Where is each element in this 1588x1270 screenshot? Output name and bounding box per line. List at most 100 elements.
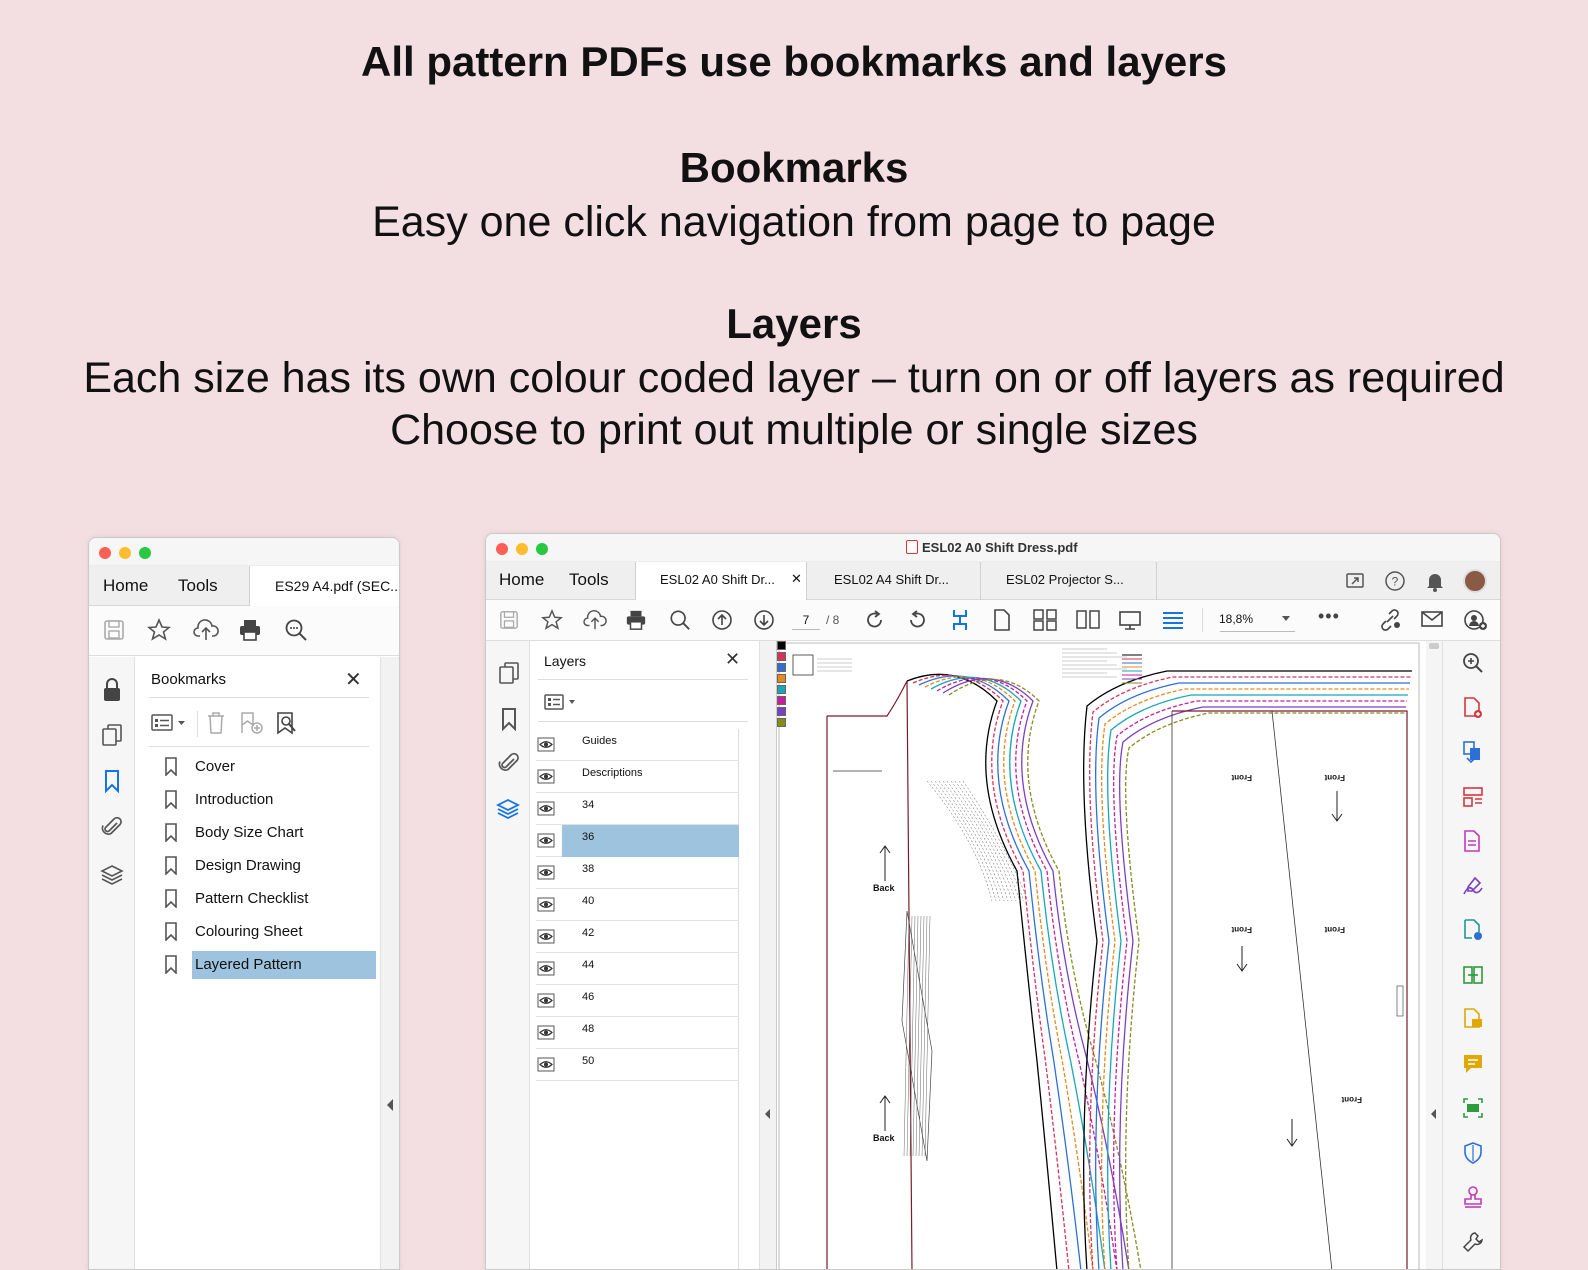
document-view[interactable]: Back Back Front Front Front Front Front	[776, 641, 1426, 1269]
close-window-button[interactable]	[496, 543, 508, 555]
zoom-level-select[interactable]: 18,8%	[1219, 612, 1253, 626]
panel-collapse-strip[interactable]	[380, 657, 399, 1269]
export-pdf-icon[interactable]	[1461, 829, 1485, 853]
close-window-button[interactable]	[99, 547, 111, 559]
collapse-arrow-icon[interactable]	[387, 1099, 393, 1111]
collapse-arrow-icon[interactable]	[765, 1109, 770, 1119]
eye-icon[interactable]	[536, 825, 556, 857]
chevron-down-icon[interactable]	[1282, 616, 1290, 621]
find-bookmark-icon[interactable]	[275, 711, 299, 735]
eye-icon[interactable]	[536, 889, 556, 921]
layer-row[interactable]: 42	[536, 921, 739, 953]
zoom-window-button[interactable]	[536, 543, 548, 555]
fill-sign-icon[interactable]	[1461, 874, 1485, 898]
zoom-in-icon[interactable]	[1461, 651, 1485, 675]
layer-row[interactable]: 38	[536, 857, 739, 889]
next-page-icon[interactable]	[753, 609, 775, 631]
lock-icon[interactable]	[101, 677, 123, 703]
notifications-bell-icon[interactable]	[1424, 570, 1446, 592]
bookmark-panel-icon[interactable]	[499, 707, 519, 731]
layer-row[interactable]: 50	[536, 1049, 739, 1081]
layer-row[interactable]: 44	[536, 953, 739, 985]
layer-row[interactable]: 46	[536, 985, 739, 1017]
eye-icon[interactable]	[536, 729, 556, 761]
tab-tools[interactable]: Tools	[569, 570, 609, 590]
help-icon[interactable]: ?	[1384, 570, 1406, 592]
save-icon[interactable]	[103, 619, 125, 641]
add-user-icon[interactable]	[1464, 609, 1488, 631]
pages-icon[interactable]	[101, 723, 123, 747]
page-number-input[interactable]: 7	[792, 610, 820, 630]
pages-icon[interactable]	[498, 661, 520, 685]
tab-document-a0[interactable]: ESL02 A0 Shift Dr...	[660, 572, 775, 587]
cloud-upload-icon[interactable]	[583, 609, 607, 631]
stamp-icon[interactable]	[1461, 1185, 1485, 1209]
two-page-view-icon[interactable]	[1075, 608, 1101, 632]
comment-icon[interactable]	[1461, 1052, 1485, 1076]
cloud-upload-icon[interactable]	[193, 618, 219, 642]
eye-icon[interactable]	[536, 985, 556, 1017]
tab-document-projector[interactable]: ESL02 Projector S...	[1006, 572, 1124, 587]
layer-row[interactable]: 34	[536, 793, 739, 825]
star-icon[interactable]	[541, 609, 563, 631]
more-options-icon[interactable]: •••	[1318, 606, 1340, 627]
tab-tools[interactable]: Tools	[178, 576, 218, 596]
zoom-search-icon[interactable]	[669, 609, 691, 631]
expand-tools-arrow-icon[interactable]	[1431, 1109, 1436, 1119]
print-icon[interactable]	[238, 618, 262, 642]
tab-home[interactable]: Home	[103, 576, 148, 596]
layer-row[interactable]: Guides	[536, 729, 739, 761]
eye-icon[interactable]	[536, 1017, 556, 1049]
previous-page-icon[interactable]	[711, 609, 733, 631]
zoom-search-icon[interactable]	[284, 618, 308, 642]
close-panel-icon[interactable]: ✕	[345, 667, 362, 692]
layer-row[interactable]: 40	[536, 889, 739, 921]
layer-row[interactable]: Descriptions	[536, 761, 739, 793]
layer-row[interactable]: 36	[536, 825, 739, 857]
comment-file-icon[interactable]	[1461, 1007, 1485, 1031]
layer-row[interactable]: 48	[536, 1017, 739, 1049]
eye-icon[interactable]	[536, 953, 556, 985]
star-icon[interactable]	[147, 618, 171, 642]
share-screen-icon[interactable]	[1344, 570, 1366, 592]
add-bookmark-icon[interactable]	[239, 711, 265, 735]
bookmark-panel-icon[interactable]	[102, 769, 122, 793]
minimize-window-button[interactable]	[119, 547, 131, 559]
layers-panel-icon[interactable]	[100, 863, 124, 887]
scan-ocr-icon[interactable]	[1461, 1096, 1485, 1120]
panel-collapse-strip[interactable]	[760, 641, 776, 1269]
rotate-clockwise-icon[interactable]	[864, 609, 886, 631]
edit-pdf-icon[interactable]	[1461, 918, 1485, 942]
minimize-window-button[interactable]	[516, 543, 528, 555]
create-pdf-icon[interactable]	[1461, 696, 1485, 720]
combine-files-icon[interactable]	[1461, 740, 1485, 764]
eye-icon[interactable]	[536, 761, 556, 793]
eye-icon[interactable]	[536, 793, 556, 825]
vertical-scrollbar[interactable]	[1426, 641, 1442, 1269]
eye-icon[interactable]	[536, 1049, 556, 1081]
two-page-grid-icon[interactable]	[1032, 608, 1058, 632]
compare-files-icon[interactable]	[1461, 963, 1485, 987]
more-tools-icon[interactable]	[1461, 1230, 1485, 1254]
layers-panel-icon[interactable]	[496, 797, 520, 821]
rotate-counterclockwise-icon[interactable]	[906, 609, 928, 631]
eye-icon[interactable]	[536, 921, 556, 953]
attachment-icon[interactable]	[101, 815, 123, 839]
attachment-icon[interactable]	[498, 751, 520, 775]
tab-document-a4[interactable]: ESL02 A4 Shift Dr...	[834, 572, 949, 587]
fit-page-icon[interactable]	[949, 608, 971, 632]
single-page-icon[interactable]	[992, 608, 1012, 632]
close-panel-icon[interactable]: ✕	[725, 649, 740, 670]
close-tab-icon[interactable]: ✕	[791, 571, 802, 587]
delete-bookmark-icon[interactable]	[205, 711, 227, 735]
presentation-icon[interactable]	[1118, 608, 1142, 632]
tab-home[interactable]: Home	[499, 570, 544, 590]
bookmark-options-icon[interactable]	[151, 713, 187, 733]
share-link-icon[interactable]	[1378, 609, 1402, 631]
organize-pages-icon[interactable]	[1461, 785, 1485, 809]
layer-options-icon[interactable]	[544, 693, 580, 713]
tab-document[interactable]: ES29 A4.pdf (SEC...	[275, 578, 399, 594]
email-icon[interactable]	[1420, 609, 1444, 629]
save-icon[interactable]	[499, 610, 519, 630]
eye-icon[interactable]	[536, 857, 556, 889]
